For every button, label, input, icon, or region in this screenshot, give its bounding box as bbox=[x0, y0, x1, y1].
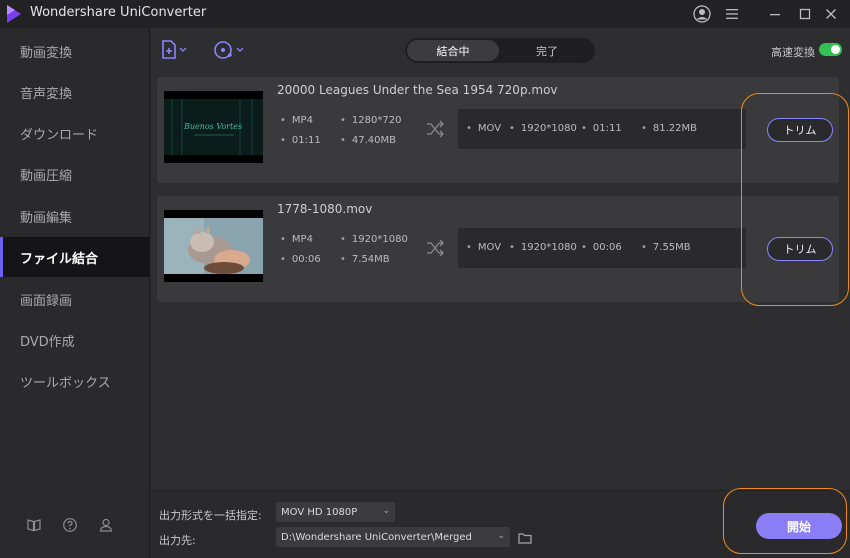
close-icon[interactable] bbox=[821, 4, 841, 24]
maximize-icon[interactable] bbox=[795, 4, 815, 24]
source-resolution: 1920*1080 bbox=[340, 234, 408, 245]
sidebar-item-compress[interactable]: 動画圧縮 bbox=[0, 154, 150, 194]
tab-merging[interactable]: 結合中 bbox=[407, 40, 499, 61]
add-dvd-icon[interactable] bbox=[213, 39, 245, 61]
minimize-icon[interactable] bbox=[765, 4, 785, 24]
source-size: 47.40MB bbox=[340, 135, 396, 146]
add-file-icon[interactable] bbox=[160, 39, 188, 61]
output-settings[interactable]: MOV 1920*1080 01:11 81.22MB bbox=[458, 109, 746, 149]
toolbar: 結合中 完了 高速変換 bbox=[151, 28, 850, 72]
sidebar-item-merge[interactable]: ファイル結合 bbox=[0, 237, 150, 277]
output-destination-value: D:\Wondershare UniConverter\Merged bbox=[281, 531, 472, 543]
output-format: MOV bbox=[466, 123, 501, 134]
main-panel: 結合中 完了 高速変換 Buenos Vortes 20000 Leagues … bbox=[151, 28, 850, 558]
sidebar-item-label: ツールボックス bbox=[20, 375, 111, 391]
output-resolution: 1920*1080 bbox=[509, 123, 577, 134]
book-icon[interactable] bbox=[26, 517, 42, 533]
output-duration: 01:11 bbox=[581, 123, 622, 134]
app-logo-icon bbox=[7, 5, 21, 23]
merge-status-tabs: 結合中 完了 bbox=[405, 38, 595, 63]
output-destination-select[interactable]: D:\Wondershare UniConverter\Merged ⌄ bbox=[276, 527, 510, 547]
title-bar: Wondershare UniConverter bbox=[0, 0, 850, 28]
video-thumbnail bbox=[164, 210, 263, 282]
convert-arrow-icon bbox=[427, 239, 444, 257]
sidebar-item-video-convert[interactable]: 動画変換 bbox=[0, 31, 150, 71]
source-resolution: 1280*720 bbox=[340, 115, 402, 126]
menu-icon[interactable] bbox=[722, 4, 742, 24]
sidebar-item-label: 音声変換 bbox=[20, 86, 73, 102]
sidebar: 動画変換 音声変換 ダウンロード 動画圧縮 動画編集 ファイル結合 画面録画 D… bbox=[0, 28, 150, 558]
file-name: 1778-1080.mov bbox=[277, 202, 373, 216]
output-resolution: 1920*1080 bbox=[509, 242, 577, 253]
sidebar-item-label: 動画圧縮 bbox=[20, 168, 73, 184]
file-card: Buenos Vortes 20000 Leagues Under the Se… bbox=[157, 77, 839, 183]
sidebar-item-label: DVD作成 bbox=[20, 334, 75, 350]
output-size: 7.55MB bbox=[641, 242, 691, 253]
source-format: MP4 bbox=[280, 115, 313, 126]
sidebar-item-label: 動画編集 bbox=[20, 210, 73, 226]
sidebar-item-toolbox[interactable]: ツールボックス bbox=[0, 361, 150, 401]
sidebar-item-label: ファイル結合 bbox=[20, 251, 99, 267]
account-icon[interactable] bbox=[98, 517, 114, 533]
high-speed-toggle[interactable] bbox=[819, 43, 842, 56]
output-format: MOV bbox=[466, 242, 501, 253]
trim-button[interactable]: トリム bbox=[767, 237, 833, 261]
output-format-select[interactable]: MOV HD 1080P ⌄ bbox=[276, 502, 395, 522]
chevron-down-icon: ⌄ bbox=[382, 506, 390, 516]
sidebar-item-download[interactable]: ダウンロード bbox=[0, 113, 150, 153]
app-title: Wondershare UniConverter bbox=[30, 5, 207, 20]
tab-finished[interactable]: 完了 bbox=[501, 40, 593, 61]
sidebar-item-label: 画面録画 bbox=[20, 293, 73, 309]
source-duration: 01:11 bbox=[280, 135, 321, 146]
help-icon[interactable] bbox=[62, 517, 78, 533]
output-duration: 00:06 bbox=[581, 242, 622, 253]
trim-button[interactable]: トリム bbox=[767, 118, 833, 142]
sidebar-item-audio-convert[interactable]: 音声変換 bbox=[0, 72, 150, 112]
output-size: 81.22MB bbox=[641, 123, 697, 134]
output-format-label: 出力形式を一括指定: bbox=[159, 509, 262, 522]
folder-icon[interactable] bbox=[518, 532, 532, 544]
account-icon[interactable] bbox=[692, 4, 712, 24]
high-speed-label: 高速変換 bbox=[771, 46, 815, 59]
chevron-down-icon: ⌄ bbox=[497, 531, 505, 541]
output-bar: 出力形式を一括指定: MOV HD 1080P ⌄ 出力先: D:\Wonder… bbox=[151, 490, 850, 558]
file-name: 20000 Leagues Under the Sea 1954 720p.mo… bbox=[277, 83, 558, 97]
sidebar-item-label: 動画変換 bbox=[20, 45, 73, 61]
thumbnail-title-text: Buenos Vortes bbox=[183, 122, 242, 131]
output-settings[interactable]: MOV 1920*1080 00:06 7.55MB bbox=[458, 228, 746, 268]
source-size: 7.54MB bbox=[340, 254, 390, 265]
sidebar-item-label: ダウンロード bbox=[20, 127, 99, 143]
source-format: MP4 bbox=[280, 234, 313, 245]
video-thumbnail: Buenos Vortes bbox=[164, 91, 263, 163]
sidebar-item-dvd[interactable]: DVD作成 bbox=[0, 320, 150, 360]
sidebar-item-edit[interactable]: 動画編集 bbox=[0, 196, 150, 236]
sidebar-item-screen-record[interactable]: 画面録画 bbox=[0, 279, 150, 319]
output-destination-label: 出力先: bbox=[159, 534, 196, 547]
convert-arrow-icon bbox=[427, 120, 444, 138]
file-card: 1778-1080.mov MP4 1920*1080 00:06 7.54MB… bbox=[157, 196, 839, 302]
output-format-value: MOV HD 1080P bbox=[281, 506, 358, 518]
start-button[interactable]: 開始 bbox=[756, 513, 842, 539]
source-duration: 00:06 bbox=[280, 254, 321, 265]
